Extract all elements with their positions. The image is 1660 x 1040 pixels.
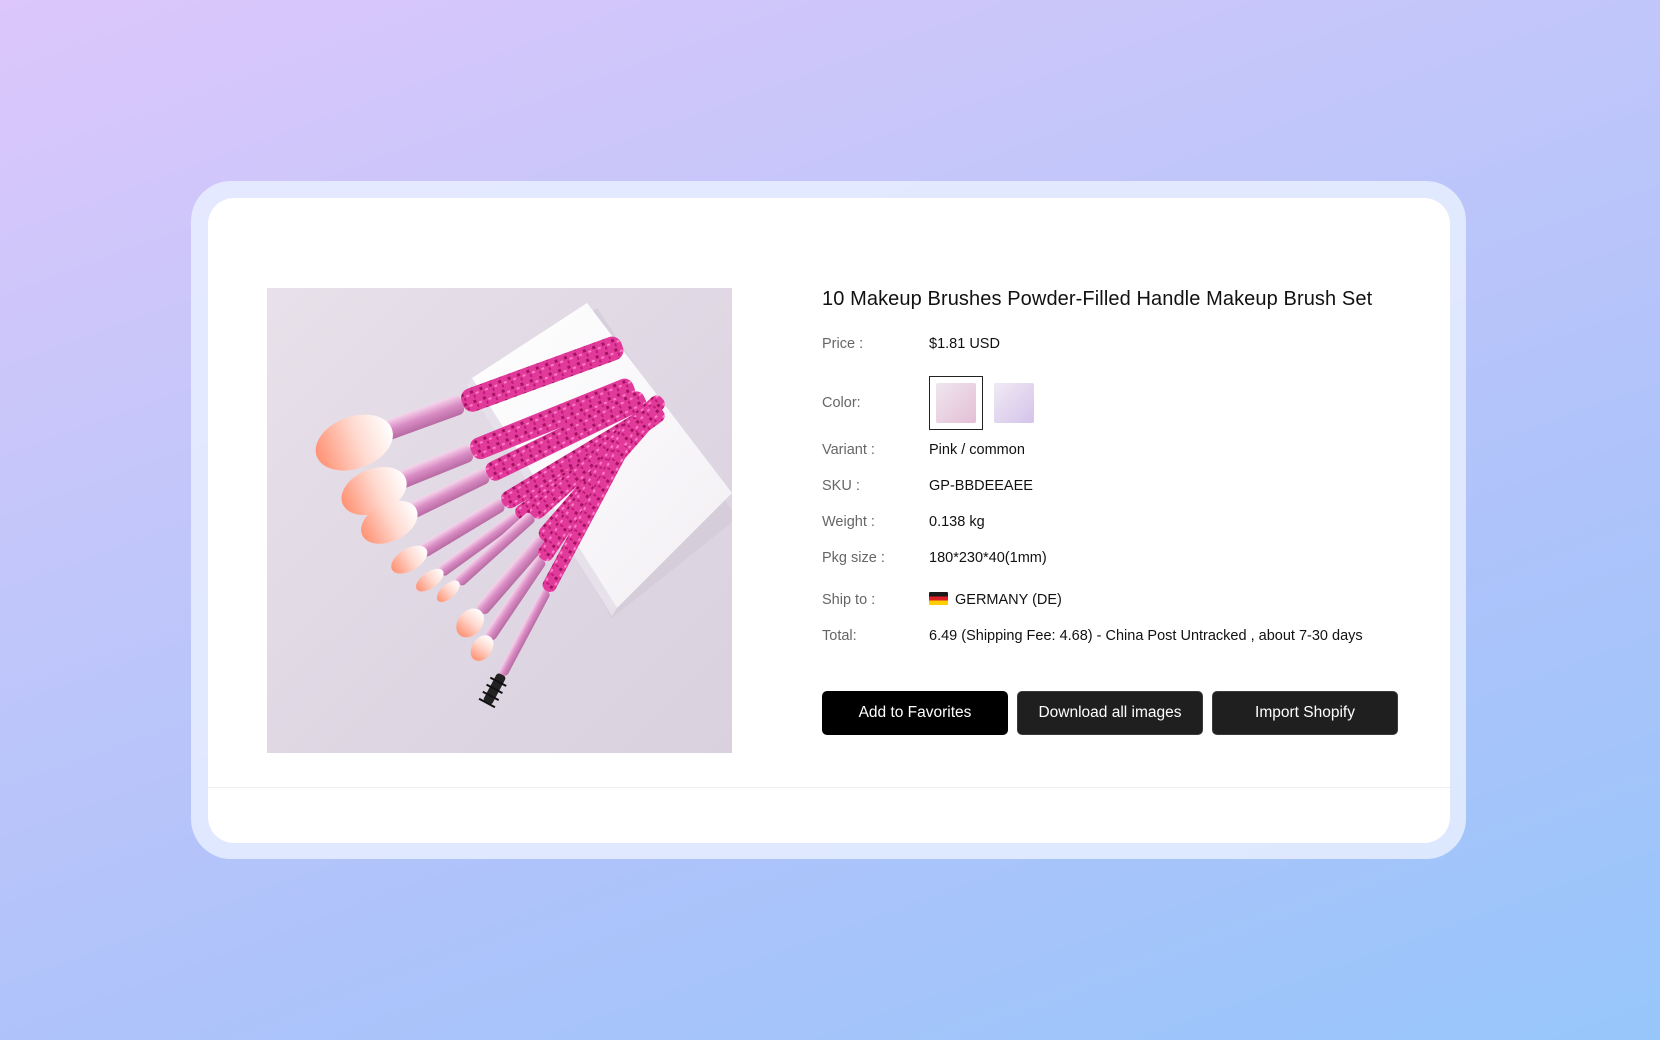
price-value: $1.81 USD (929, 336, 1000, 352)
pkg-size-label: Pkg size : (822, 550, 885, 566)
sku-row: SKU : GP-BBDEEAEE (822, 478, 1033, 494)
weight-value: 0.138 kg (929, 514, 985, 530)
pkg-size-value: 180*230*40(1mm) (929, 550, 1047, 566)
swatch-thumbnail (936, 383, 976, 423)
add-to-favorites-button[interactable]: Add to Favorites (822, 691, 1008, 735)
ship-to-row: Ship to : GERMANY (DE) (822, 592, 1062, 608)
ship-to-value[interactable]: GERMANY (DE) (929, 592, 1062, 608)
product-title: 10 Makeup Brushes Powder-Filled Handle M… (822, 288, 1373, 310)
swatch-thumbnail (994, 383, 1034, 423)
total-row: Total: 6.49 (Shipping Fee: 4.68) - China… (822, 628, 1363, 644)
download-images-button[interactable]: Download all images (1017, 691, 1203, 735)
variant-row: Variant : Pink / common (822, 442, 1025, 458)
import-shopify-button[interactable]: Import Shopify (1212, 691, 1398, 735)
product-card: 10 Makeup Brushes Powder-Filled Handle M… (208, 198, 1450, 843)
total-value: 6.49 (Shipping Fee: 4.68) - China Post U… (929, 628, 1363, 644)
color-label: Color: (822, 395, 861, 411)
action-buttons: Add to Favorites Download all images Imp… (822, 691, 1398, 735)
price-row: Price : $1.81 USD (822, 336, 1000, 352)
color-swatch-pink[interactable] (929, 376, 983, 430)
sku-value: GP-BBDEEAEE (929, 478, 1033, 494)
variant-label: Variant : (822, 442, 875, 458)
ship-to-label: Ship to : (822, 592, 876, 608)
product-image (267, 288, 732, 753)
variant-value: Pink / common (929, 442, 1025, 458)
color-swatches (929, 376, 1035, 430)
color-swatch-purple[interactable] (993, 382, 1035, 424)
weight-label: Weight : (822, 514, 875, 530)
divider (208, 787, 1450, 788)
de-flag-icon (929, 592, 948, 605)
sku-label: SKU : (822, 478, 860, 494)
total-label: Total: (822, 628, 857, 644)
color-row: Color: (822, 376, 1035, 430)
ship-to-country: GERMANY (DE) (955, 592, 1062, 608)
price-label: Price : (822, 336, 864, 352)
weight-row: Weight : 0.138 kg (822, 514, 985, 530)
pkg-size-row: Pkg size : 180*230*40(1mm) (822, 550, 1047, 566)
